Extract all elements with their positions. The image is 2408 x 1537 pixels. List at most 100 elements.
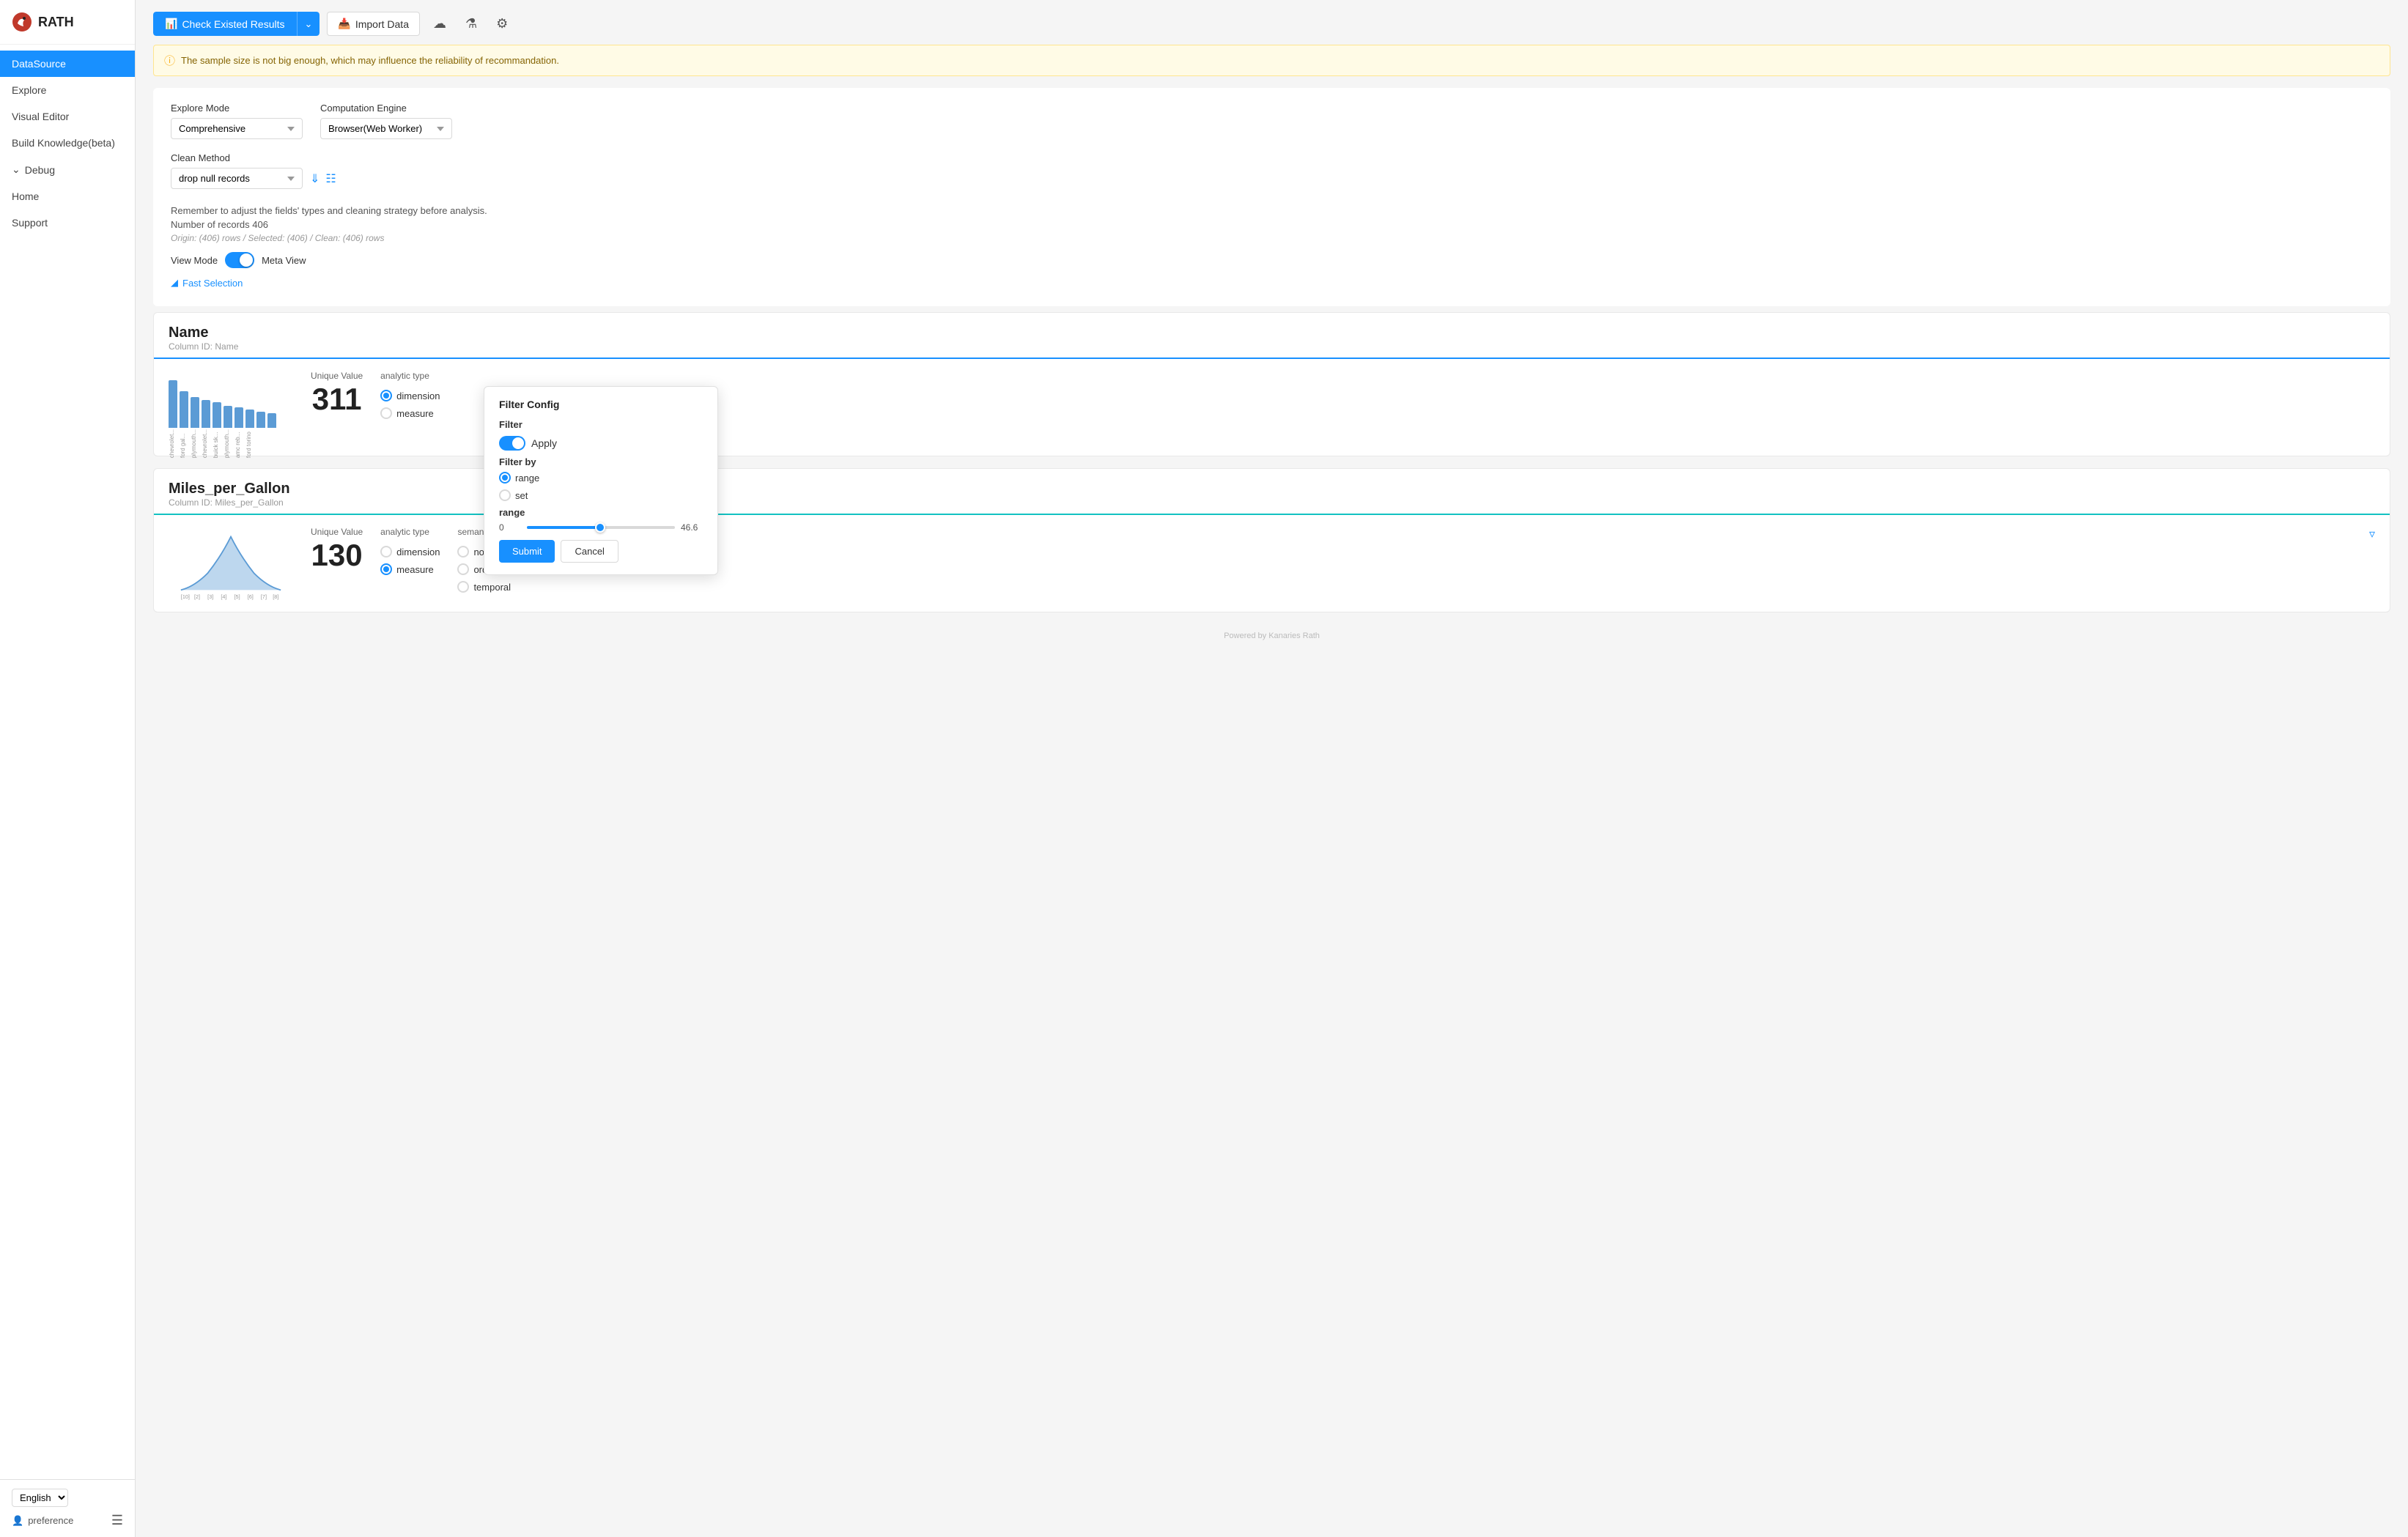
filter-icon-fast: ◢	[171, 277, 178, 289]
main-content: 📊 Check Existed Results ⌄ 📥 Import Data …	[136, 0, 2408, 1537]
toolbar: 📊 Check Existed Results ⌄ 📥 Import Data …	[153, 12, 2390, 36]
filter-cancel-button[interactable]: Cancel	[561, 540, 618, 563]
label-8: ford torino	[245, 429, 254, 458]
set-option[interactable]: set	[499, 489, 703, 501]
svg-text:[4]: [4]	[221, 593, 226, 600]
label-9	[256, 429, 265, 458]
temporal-option[interactable]: temporal	[457, 581, 514, 593]
name-chart-labels: chevrolet... ford gal... plymouth... che…	[169, 429, 293, 458]
sidebar-item-explore[interactable]: Explore	[0, 77, 135, 103]
check-existed-dropdown[interactable]: ⌄	[297, 12, 320, 36]
records-count: Number of records 406	[171, 219, 2373, 230]
measure-option[interactable]: measure	[380, 407, 440, 419]
dimension-dot	[383, 393, 389, 399]
mpg-analytic-radio: dimension measure	[380, 546, 440, 575]
download-icon[interactable]: ⇓	[310, 171, 320, 186]
filter-by-radio-group: range set	[499, 472, 703, 501]
label-6: plymouth...	[224, 429, 232, 458]
set-radio[interactable]	[499, 489, 511, 501]
dimension-radio[interactable]	[380, 390, 392, 401]
computation-engine-select[interactable]: Browser(Web Worker) Node Worker	[320, 118, 452, 139]
sidebar-item-support[interactable]: Support	[0, 210, 135, 236]
sidebar-item-build-knowledge[interactable]: Build Knowledge(beta)	[0, 130, 135, 156]
warning-icon: ⓘ	[164, 53, 175, 68]
table-icon[interactable]: ☷	[325, 171, 336, 186]
mpg-analytic-label: analytic type	[380, 527, 440, 537]
filter-submit-button[interactable]: Submit	[499, 540, 555, 563]
range-option[interactable]: range	[499, 472, 703, 484]
clean-method-select[interactable]: drop null records fill with mean fill wi…	[171, 168, 303, 189]
filter-apply-knob	[512, 437, 524, 449]
mpg-measure-option[interactable]: measure	[380, 563, 440, 575]
bar-4	[202, 400, 210, 428]
mpg-dimension-radio[interactable]	[380, 546, 392, 558]
import-data-button[interactable]: 📥 Import Data	[327, 12, 420, 36]
measure-radio[interactable]	[380, 407, 392, 419]
flask-icon[interactable]: ⚗	[459, 13, 483, 34]
bar-7	[234, 407, 243, 428]
temporal-radio[interactable]	[457, 581, 469, 593]
filter-actions: Submit Cancel	[499, 540, 703, 563]
name-column-id: Column ID: Name	[169, 341, 2375, 352]
name-unique-value: Unique Value 311	[311, 371, 363, 415]
powered-by-footer: Powered by Kanaries Rath	[153, 624, 2390, 643]
bar-1	[169, 380, 177, 428]
range-slider[interactable]	[527, 526, 675, 529]
language-select-input[interactable]: English 中文	[12, 1489, 68, 1507]
filter-popup: Filter Config Filter Apply Filter by ran…	[484, 386, 718, 575]
fast-selection-link[interactable]: ◢ Fast Selection	[171, 277, 2373, 289]
app-name: RATH	[38, 15, 74, 30]
meta-view-toggle[interactable]	[225, 252, 254, 268]
name-column-title: Name	[169, 325, 2375, 341]
sidebar-item-debug[interactable]: ⌄ Debug	[0, 156, 135, 183]
filter-funnel-icon[interactable]: ▿	[2369, 528, 2375, 541]
mpg-unique-number: 130	[311, 540, 363, 571]
bar-8	[245, 410, 254, 428]
ordinal-radio[interactable]	[457, 563, 469, 575]
mpg-dimension-option[interactable]: dimension	[380, 546, 440, 558]
svg-text:[8]: [8]	[273, 593, 278, 600]
preference-row: 👤 preference ☰	[12, 1513, 123, 1528]
sidebar-item-home[interactable]: Home	[0, 183, 135, 210]
clean-row: drop null records fill with mean fill wi…	[171, 168, 2373, 189]
label-1: chevrolet...	[169, 429, 177, 458]
check-existed-group: 📊 Check Existed Results ⌄	[153, 12, 320, 36]
svg-text:[6]: [6]	[248, 593, 254, 600]
cloud-icon[interactable]: ☁	[427, 13, 452, 34]
filter-apply-toggle[interactable]	[499, 436, 525, 451]
computation-engine-group: Computation Engine Browser(Web Worker) N…	[320, 103, 452, 139]
label-4: chevrolet...	[202, 429, 210, 458]
clean-icons: ⇓ ☷	[310, 171, 336, 189]
language-selector[interactable]: English 中文	[12, 1489, 123, 1507]
view-mode-row: View Mode Meta View	[171, 252, 2373, 268]
check-existed-button[interactable]: 📊 Check Existed Results	[153, 12, 297, 36]
sidebar-item-visual-editor[interactable]: Visual Editor	[0, 103, 135, 130]
sidebar-bottom: English 中文 👤 preference ☰	[0, 1479, 135, 1537]
dimension-option[interactable]: dimension	[380, 390, 440, 401]
preference-button[interactable]: 👤 preference	[12, 1515, 73, 1527]
settings-icon[interactable]: ⚙	[490, 13, 514, 34]
svg-text:[2]: [2]	[194, 593, 200, 600]
nominal-radio[interactable]	[457, 546, 469, 558]
mpg-chart-area: [10] [2] [3] [4] [5] [6] [7] [8]	[169, 527, 293, 600]
apply-label: Apply	[531, 437, 557, 449]
range-dot	[502, 475, 508, 481]
filter-label: Filter	[499, 419, 703, 430]
explore-mode-select[interactable]: Comprehensive Balanced Fast	[171, 118, 303, 139]
view-mode-label: View Mode	[171, 255, 218, 266]
bar-10	[267, 413, 276, 428]
sidebar-item-datasource[interactable]: DataSource	[0, 51, 135, 77]
range-section-label: range	[499, 507, 703, 518]
meta-view-label: Meta View	[262, 255, 306, 266]
bar-3	[191, 397, 199, 428]
range-radio[interactable]	[499, 472, 511, 484]
name-card-header: Name Column ID: Name	[154, 313, 2390, 359]
logo-icon	[12, 12, 32, 32]
menu-icon[interactable]: ☰	[111, 1513, 123, 1528]
label-3: plymouth...	[191, 429, 199, 458]
mpg-measure-radio[interactable]	[380, 563, 392, 575]
unique-value-label: Unique Value	[311, 371, 363, 381]
origin-info: Origin: (406) rows / Selected: (406) / C…	[171, 233, 2373, 243]
columns-container: Name Column ID: Name	[153, 312, 2390, 612]
bar-6	[224, 406, 232, 428]
